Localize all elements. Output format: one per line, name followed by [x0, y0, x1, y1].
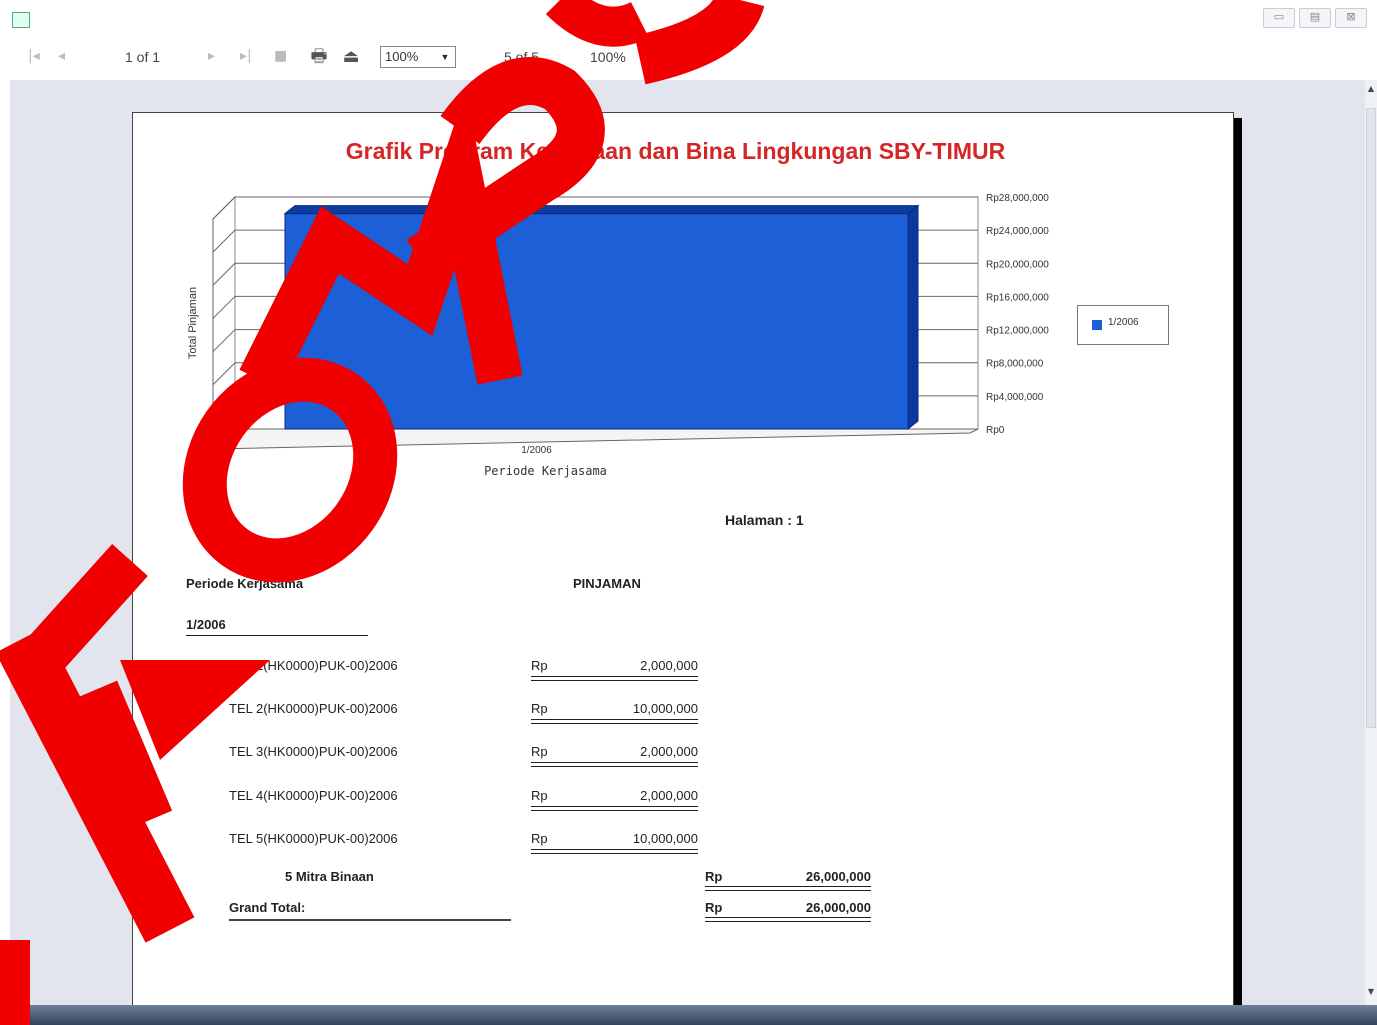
row-currency: Rp	[531, 701, 548, 716]
status-bar	[0, 1005, 1377, 1025]
grand-total-row: Grand Total: Rp 26,000,000	[133, 900, 1233, 930]
progress-percent: 100%	[590, 49, 626, 65]
report-title: Grafik Program Kemitraan dan Bina Lingku…	[345, 138, 1006, 164]
chart-legend: 1/2006	[1077, 305, 1169, 345]
scrollbar-thumb[interactable]	[1366, 108, 1376, 728]
chevron-down-icon[interactable]: ▼	[437, 48, 453, 66]
chart-side-wall	[212, 195, 236, 451]
report-page: Grafik Program Kemitraan dan Bina Lingku…	[132, 112, 1234, 1012]
row-currency: Rp	[531, 744, 548, 759]
divider	[531, 719, 698, 720]
y-tick-label: Rp8,000,000	[986, 359, 1044, 370]
divider	[531, 676, 698, 677]
row-amount: 2,000,000	[640, 788, 698, 803]
chart-floor	[211, 428, 979, 450]
print-icon[interactable]: 🖶	[308, 46, 330, 68]
table-row: TEL 4(HK0000)PUK-00)2006 Rp 2,000,000	[133, 788, 1233, 832]
bar-top	[283, 205, 920, 215]
export-icon[interactable]: ⏏	[340, 46, 362, 68]
legend-swatch	[1092, 320, 1102, 330]
grand-total-label: Grand Total:	[229, 900, 306, 915]
subtotal-amount: 26,000,000	[805, 869, 871, 884]
divider	[531, 849, 698, 850]
window-titlebar: ▭ ▤ ⊠	[0, 0, 1377, 36]
scroll-down-icon[interactable]: ▼	[1365, 987, 1377, 1001]
y-tick-label: Rp16,000,000	[986, 292, 1049, 303]
previous-page-icon[interactable]: ◂	[58, 48, 65, 64]
y-tick-label: Rp28,000,000	[986, 193, 1049, 204]
zoom-value: 100%	[385, 49, 419, 64]
row-amount: 10,000,000	[632, 831, 698, 846]
divider	[705, 921, 871, 922]
grand-total-currency: Rp	[705, 900, 723, 915]
next-page-icon[interactable]: ▸	[208, 48, 215, 64]
y-axis-label: Total Pinjaman	[187, 287, 199, 359]
row-name: TEL 3(HK0000)PUK-00)2006	[229, 744, 398, 759]
group-label: 1/2006	[186, 617, 226, 632]
divider	[705, 886, 871, 887]
divider	[531, 723, 698, 724]
row-name: TEL 5(HK0000)PUK-00)2006	[229, 831, 398, 846]
scroll-up-icon[interactable]: ▲	[1365, 84, 1377, 98]
divider	[531, 680, 698, 681]
divider	[531, 806, 698, 807]
divider	[705, 917, 871, 918]
y-tick-label: Rp4,000,000	[986, 392, 1044, 403]
grand-total-amount: 26,000,000	[805, 900, 871, 915]
bar-chart: Rp0 Rp4,000,000 Rp8,000,000 Rp12,000,000 Rp1…	[187, 193, 1049, 478]
row-currency: Rp	[531, 831, 548, 846]
first-page-icon[interactable]: |◂	[28, 48, 40, 64]
row-currency: Rp	[531, 788, 548, 803]
divider	[186, 635, 368, 636]
page-number: Halaman : 1	[725, 512, 804, 528]
subtotal-row: 5 Mitra Binaan Rp 26,000,000	[133, 869, 1233, 899]
row-name: TEL 4(HK0000)PUK-00)2006	[229, 788, 398, 803]
row-amount: 2,000,000	[640, 744, 698, 759]
row-name: TEL 2(HK0000)PUK-00)2006	[229, 701, 398, 716]
maximize-button[interactable]: ▤	[1299, 8, 1331, 28]
page-number-label: Halaman :	[725, 512, 792, 528]
bar-side	[907, 204, 919, 431]
x-tick-label: 1/2006	[521, 445, 552, 456]
page-shadow	[1234, 118, 1242, 1008]
minimize-button[interactable]: ▭	[1263, 8, 1295, 28]
page-indicator: 1 of 1	[125, 49, 161, 65]
subtotal-label: 5 Mitra Binaan	[285, 869, 374, 884]
row-currency: Rp	[531, 658, 548, 673]
column-header-loan: PINJAMAN	[573, 576, 641, 591]
row-amount: 10,000,000	[632, 701, 698, 716]
row-amount: 2,000,000	[640, 658, 698, 673]
vertical-scrollbar[interactable]: ▲ ▼	[1365, 80, 1377, 1005]
page-number-value: 1	[795, 512, 804, 528]
report-toolbar: |◂ ◂ 1 of 1 ▸ ▸| ■ 🖶 ⏏ 100% ▼ 5 of 5 100…	[0, 36, 1377, 80]
row-name: TEL 1(HK0000)PUK-00)2006	[229, 658, 398, 673]
close-button[interactable]: ⊠	[1335, 8, 1367, 28]
column-header-period: Periode Kerjasama	[186, 576, 304, 591]
divider	[531, 853, 698, 854]
zoom-select[interactable]: 100% ▼	[380, 46, 456, 68]
divider	[531, 762, 698, 763]
divider	[531, 766, 698, 767]
record-count: 5 of 5	[504, 49, 540, 65]
y-tick-label: Rp24,000,000	[986, 226, 1049, 237]
table-row: TEL 1(HK0000)PUK-00)2006 Rp 2,000,000	[133, 658, 1233, 702]
x-axis-label: Periode Kerjasama	[484, 464, 607, 478]
y-tick-label: Rp20,000,000	[986, 259, 1049, 270]
subtotal-currency: Rp	[705, 869, 723, 884]
y-tick-label: Rp0	[986, 425, 1005, 436]
divider	[531, 810, 698, 811]
divider	[229, 919, 511, 921]
last-page-icon[interactable]: ▸|	[240, 48, 252, 64]
y-tick-label: Rp12,000,000	[986, 326, 1049, 337]
divider	[705, 890, 871, 891]
table-row: TEL 2(HK0000)PUK-00)2006 Rp 10,000,000	[133, 701, 1233, 745]
window-controls: ▭ ▤ ⊠	[1263, 8, 1367, 28]
app-icon	[12, 12, 30, 28]
bar	[284, 213, 909, 430]
legend-label: 1/2006	[1108, 317, 1139, 328]
stop-icon[interactable]: ■	[274, 48, 287, 64]
table-row: TEL 3(HK0000)PUK-00)2006 Rp 2,000,000	[133, 744, 1233, 788]
